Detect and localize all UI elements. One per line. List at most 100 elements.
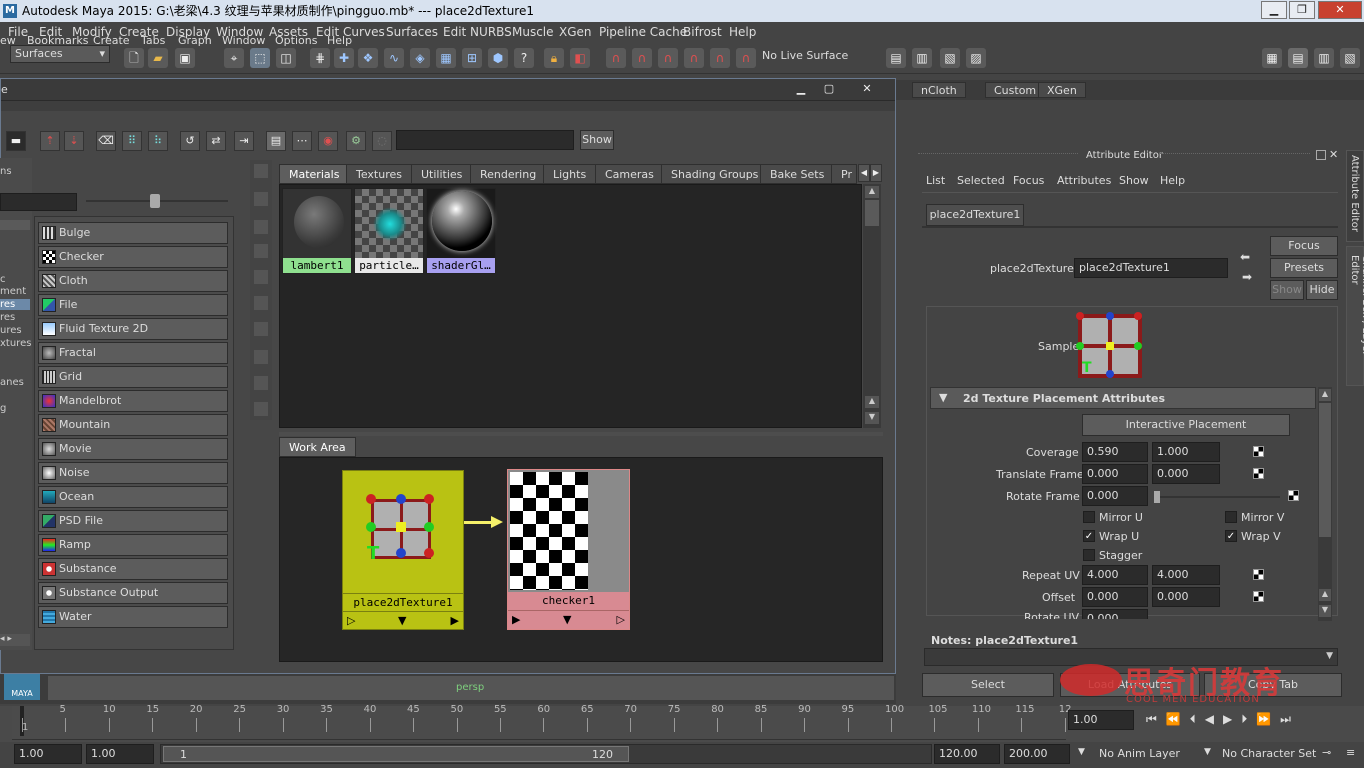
category-label-7[interactable]: xtures <box>0 338 31 349</box>
magnet-icon-5[interactable]: ∩ <box>710 48 730 68</box>
hs-menu-create[interactable]: Create <box>93 34 130 47</box>
ae-output-conn-icon[interactable]: ➡ <box>1242 270 1252 284</box>
ae-input-conn-icon[interactable]: ⬅ <box>1240 250 1250 264</box>
select-object-icon[interactable]: ⬚ <box>250 48 270 68</box>
swatch-particle-cloud[interactable]: particle… <box>354 188 424 274</box>
tab-cameras[interactable]: Cameras <box>595 164 664 184</box>
vtool-icon-2[interactable] <box>254 192 268 206</box>
category-label-3[interactable]: ment <box>0 286 26 297</box>
translate-u-field[interactable]: 0.000 <box>1082 464 1148 484</box>
shelf-tab-custom[interactable]: Custom <box>985 82 1046 98</box>
ae-copy-tab-button[interactable]: Copy Tab <box>1204 673 1342 697</box>
create-movie[interactable]: Movie <box>38 438 228 460</box>
swatch-scrollbar[interactable]: ▲ ▲ ▼ <box>863 184 881 428</box>
clear-graph-icon[interactable]: ⌫ <box>96 131 116 151</box>
coverage-v-field[interactable]: 1.000 <box>1152 442 1220 462</box>
category-label-5[interactable]: res <box>0 312 15 323</box>
tab-work-area[interactable]: Work Area <box>279 437 356 457</box>
offset-map-icon[interactable] <box>1253 591 1264 602</box>
ae-menu-show[interactable]: Show <box>1119 174 1149 187</box>
ae-float-icon[interactable] <box>1316 150 1326 160</box>
ae-scroll-down-icon[interactable]: ▼ <box>1319 605 1331 617</box>
snap-surface-icon[interactable]: ◈ <box>410 48 430 68</box>
graph-up-icon[interactable]: ⇡ <box>40 131 60 151</box>
layout-icon[interactable]: ▬ <box>6 131 26 151</box>
ae-node-tab[interactable]: place2dTexture1 <box>926 204 1024 226</box>
wrap-u-checkbox[interactable]: ✓ <box>1083 530 1095 542</box>
create-cloth[interactable]: Cloth <box>38 270 228 292</box>
input-conn-icon[interactable]: ⇄ <box>206 131 226 151</box>
menu-edit-nurbs[interactable]: Edit NURBS <box>443 22 512 42</box>
hs-settings-icon[interactable]: ⚙ <box>346 131 366 151</box>
tab-materials[interactable]: Materials <box>279 164 350 184</box>
hs-menu-tabs[interactable]: Tabs <box>141 34 165 47</box>
ae-scroll-thumb[interactable] <box>1319 403 1331 537</box>
shelf-tab-ncloth[interactable]: nCloth <box>912 82 966 98</box>
render-icon[interactable]: ⬢ <box>488 48 508 68</box>
checker-port-out-icon[interactable]: ▷ <box>617 611 625 629</box>
node-place2dtexture1[interactable]: T place2dTexture1 ▷ ▼ ▶ <box>342 470 464 630</box>
swatch-lambert1[interactable]: lambert1 <box>282 188 352 274</box>
hypershade-icon[interactable]: ▨ <box>966 48 986 68</box>
menu-bifrost[interactable]: Bifrost <box>683 22 722 42</box>
menu-muscle[interactable]: Muscle <box>512 22 554 42</box>
hs-minimize-icon[interactable]: ▁ <box>791 80 811 100</box>
render-settings-icon[interactable]: ▧ <box>940 48 960 68</box>
hs-search-field[interactable] <box>396 130 574 150</box>
sidebar-toggle-icon-1[interactable]: ▦ <box>1262 48 1282 68</box>
checker-port-in-icon[interactable]: ▶ <box>512 611 520 629</box>
snap-view-icon[interactable]: ∿ <box>384 48 404 68</box>
create-fractal[interactable]: Fractal <box>38 342 228 364</box>
ae-scroll-up-icon[interactable]: ▲ <box>1319 389 1331 401</box>
rotate-uv-field[interactable]: 0.000 <box>1082 609 1148 619</box>
ae-section-header[interactable]: ▼ 2d Texture Placement Attributes <box>930 387 1316 409</box>
hs-menu-help[interactable]: Help <box>327 34 352 47</box>
magnet-icon-1[interactable]: ∩ <box>606 48 626 68</box>
stagger-checkbox[interactable] <box>1083 549 1095 561</box>
hs-menu-view[interactable]: ew <box>0 34 16 47</box>
hs-menu-graph[interactable]: Graph <box>178 34 212 47</box>
category-label-6[interactable]: ures <box>0 325 22 336</box>
section-collapse-icon[interactable]: ▼ <box>939 391 947 404</box>
node-checker1[interactable]: checker1 ▶ ▼ ▷ <box>507 469 630 630</box>
vtool-icon-7[interactable] <box>254 322 268 336</box>
tab-rendering[interactable]: Rendering <box>470 164 547 184</box>
close-button[interactable]: ✕ <box>1318 1 1362 19</box>
anim-start-field[interactable]: 1.00 <box>14 744 82 764</box>
hs-menu-window[interactable]: Window <box>222 34 265 47</box>
magnet-icon-4[interactable]: ∩ <box>684 48 704 68</box>
wrap-v-checkbox[interactable]: ✓ <box>1225 530 1237 542</box>
menuset-dropdown[interactable]: Surfaces ▾ <box>10 45 110 63</box>
notes-expand-icon[interactable]: ▼ <box>1326 651 1333 661</box>
help-icon[interactable]: ? <box>514 48 534 68</box>
time-slider[interactable]: 1 5 10 15 20 25 30 35 40 45 50 55 60 65 70 75 80 85 90 95 10… <box>0 704 1364 742</box>
create-file[interactable]: File <box>38 294 228 316</box>
sidebar-toggle-icon-2[interactable]: ▤ <box>1288 48 1308 68</box>
graph-down-icon[interactable]: ⇣ <box>64 131 84 151</box>
lock-icon[interactable]: 🔒︎ <box>544 48 564 68</box>
offset-u-field[interactable]: 0.000 <box>1082 587 1148 607</box>
category-label-textures-2d[interactable]: res <box>0 299 30 310</box>
key-icon[interactable]: ⊸ <box>1322 746 1331 759</box>
ae-load-attributes-button[interactable]: Load Attributes <box>1060 673 1200 697</box>
create-substance-output[interactable]: Substance Output <box>38 582 228 604</box>
range-slider-thumb[interactable]: 1 120 <box>163 746 629 762</box>
hs-maximize-icon[interactable]: ▢ <box>819 80 839 100</box>
rotate-map-icon[interactable] <box>1288 490 1299 501</box>
category-label-8[interactable]: anes <box>0 377 24 388</box>
vtool-icon-1[interactable] <box>254 164 268 178</box>
hs-show-button[interactable]: Show <box>580 130 614 150</box>
rearrange-icon[interactable]: ↺ <box>180 131 200 151</box>
ae-menu-selected[interactable]: Selected <box>957 174 1005 187</box>
snap-point-icon[interactable]: ❖ <box>358 48 378 68</box>
history-icon[interactable]: ▦ <box>436 48 456 68</box>
ae-presets-button[interactable]: Presets <box>1270 258 1338 278</box>
open-scene-icon[interactable]: ▰ <box>148 48 168 68</box>
prefs-icon[interactable]: ≡ <box>1346 746 1355 759</box>
swatch-toggle-icon[interactable]: ▤ <box>266 131 286 151</box>
current-time-field[interactable]: 1.00 <box>1068 710 1134 730</box>
time-ruler[interactable]: 1 5 10 15 20 25 30 35 40 45 50 55 60 65 70 75 80 85 90 95 10… <box>12 704 1072 740</box>
character-set-label[interactable]: No Character Set <box>1222 747 1316 760</box>
slider-handle[interactable] <box>150 194 160 208</box>
create-psd-file[interactable]: PSD File <box>38 510 228 532</box>
